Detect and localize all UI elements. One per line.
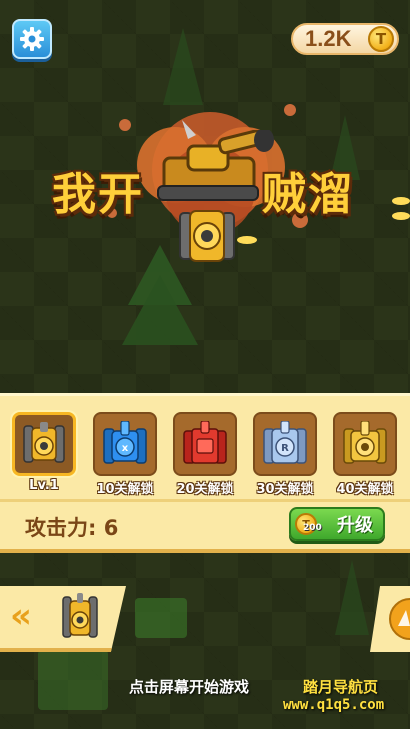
tank-yellow-icon (23, 422, 65, 463)
selected-tank-preview (62, 593, 98, 638)
upgrade-cost: 200 (303, 523, 322, 533)
title-text-left: 我开 (52, 169, 144, 220)
tank-slot-4-label: 30关解锁 (256, 482, 314, 497)
tank-upgrade-panel: Lv.1 x 10关解锁 20关解锁 R 30关解锁 40关解锁 攻击力: 6 … (0, 393, 410, 553)
grass-block (38, 650, 108, 710)
player-tank (179, 210, 235, 262)
tank-slot-5[interactable] (333, 412, 397, 476)
bullet-icon (237, 236, 257, 244)
next-arrow-icon[interactable] (384, 596, 410, 642)
tree-bottom-right (335, 560, 369, 635)
attack-power-label: 攻击力: 6 (25, 516, 119, 540)
tank-red-icon (183, 421, 227, 464)
tank-slot-1-label: Lv.1 (29, 478, 59, 493)
hero-tank-title (157, 130, 274, 201)
tank-blue-icon: x (103, 421, 147, 464)
incoming-bullets (392, 197, 410, 220)
tank-slot-1[interactable] (12, 412, 76, 476)
tree-top (163, 28, 203, 105)
tank-silver-icon: R (263, 421, 307, 464)
coin-icon: T (368, 26, 394, 52)
tank-slot-3[interactable] (173, 412, 237, 476)
double-chevron-left-icon[interactable]: « (10, 596, 32, 636)
coin-counter: 1.2K T (291, 23, 399, 55)
tank-slot-2[interactable]: x (93, 412, 157, 476)
coin-amount: 1.2K (305, 26, 352, 51)
tank-slot-4[interactable]: R (253, 412, 317, 476)
svg-text:x: x (122, 443, 129, 454)
bush-block (135, 598, 187, 638)
gear-icon (20, 27, 44, 51)
tank-gold-icon (343, 421, 387, 464)
watermark-name: 踏月导航页 (303, 678, 379, 696)
svg-text:R: R (281, 443, 289, 454)
upgrade-button[interactable]: T 200 升级 (289, 507, 385, 541)
watermark-url: www.q1q5.com (283, 697, 385, 713)
start-game-hint[interactable]: 点击屏幕开始游戏 (129, 676, 249, 697)
settings-button[interactable] (12, 19, 52, 59)
panel-divider (0, 499, 410, 502)
tank-slot-2-label: 10关解锁 (96, 482, 154, 497)
tank-slot-5-label: 40关解锁 (336, 482, 394, 497)
tank-slot-3-label: 20关解锁 (176, 482, 234, 497)
upgrade-label: 升级 (337, 515, 373, 536)
